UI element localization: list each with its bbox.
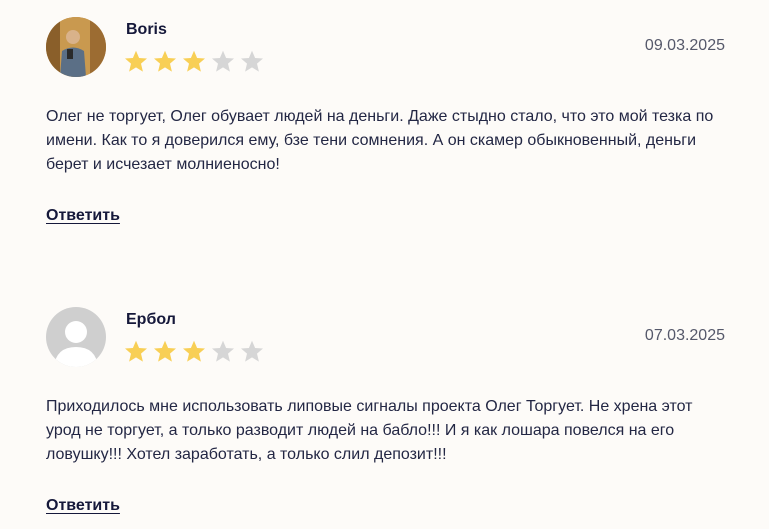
star-empty-icon xyxy=(240,340,264,363)
star-empty-icon xyxy=(211,340,235,363)
star-rating xyxy=(124,340,264,363)
star-filled-icon xyxy=(153,340,177,363)
review-date: 09.03.2025 xyxy=(644,37,725,54)
star-filled-icon xyxy=(182,340,206,363)
star-filled-icon xyxy=(153,50,177,73)
avatar-photo xyxy=(46,17,106,77)
avatar-placeholder xyxy=(46,307,106,367)
reply-link[interactable]: Ответить xyxy=(46,207,120,225)
author-name: Boris xyxy=(126,21,167,38)
user-photo-icon xyxy=(46,17,106,77)
reply-link[interactable]: Ответить xyxy=(46,497,120,515)
default-user-icon xyxy=(46,307,106,367)
review-date: 07.03.2025 xyxy=(644,327,725,344)
star-rating xyxy=(124,50,264,73)
star-empty-icon xyxy=(211,50,235,73)
author-name: Ербол xyxy=(126,311,176,328)
star-empty-icon xyxy=(240,50,264,73)
review-text: Олег не торгует, Олег обувает людей на д… xyxy=(46,108,714,173)
star-filled-icon xyxy=(182,50,206,73)
review-text: Приходилось мне использовать липовые сиг… xyxy=(46,398,693,463)
star-filled-icon xyxy=(124,50,148,73)
star-filled-icon xyxy=(124,340,148,363)
